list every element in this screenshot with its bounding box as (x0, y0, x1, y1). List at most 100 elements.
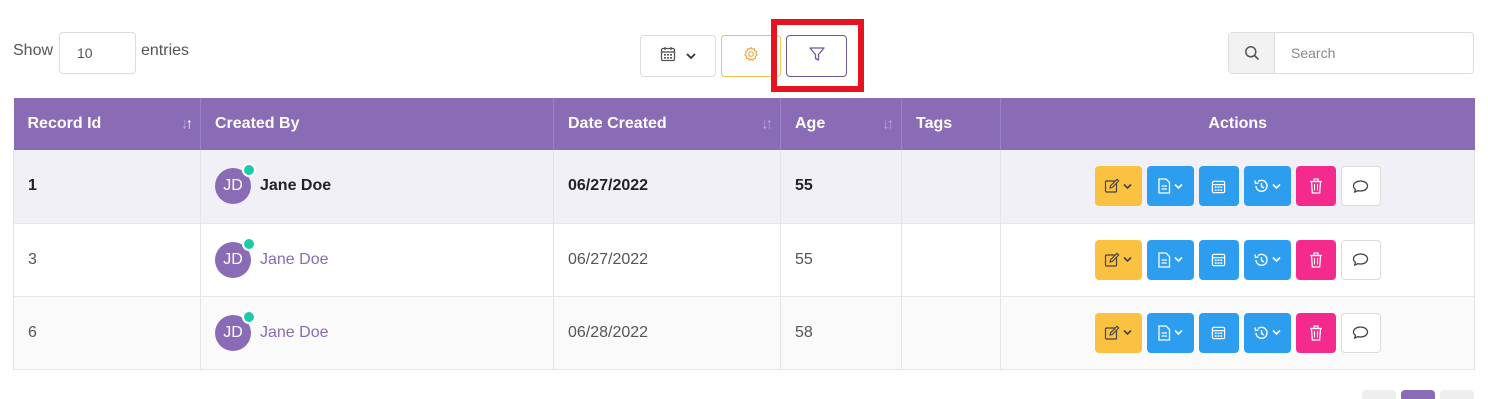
highlight-box (771, 19, 864, 92)
sort-icon[interactable]: ↓↑ (181, 116, 193, 133)
document-icon (1158, 324, 1171, 341)
column-header-record-id[interactable]: Record Id ↓↑ (13, 98, 201, 150)
avatar: JD (215, 309, 256, 351)
history-dropdown-button[interactable] (1243, 239, 1291, 280)
date-created-cell: 06/27/2022 (553, 150, 781, 224)
table-row[interactable]: 1 JD Jane Doe 06/27/2022 55 (13, 150, 1475, 224)
chat-bubble-icon (1352, 253, 1369, 266)
comment-button[interactable] (1340, 312, 1381, 353)
pagination-previous-button[interactable] (1362, 390, 1396, 399)
history-icon (1254, 179, 1268, 193)
chevron-down-icon (1174, 329, 1183, 336)
search-box (1228, 32, 1474, 74)
gear-icon (743, 46, 759, 67)
avatar: JD (215, 236, 256, 278)
tags-cell (901, 150, 1001, 224)
entries-label: entries (141, 42, 190, 59)
search-icon[interactable] (1229, 33, 1275, 73)
history-dropdown-button[interactable] (1243, 312, 1291, 353)
delete-button[interactable] (1295, 239, 1336, 280)
column-header-age[interactable]: Age ↓↑ (780, 98, 902, 150)
delete-button[interactable] (1295, 312, 1336, 353)
creator-name-link[interactable]: Jane Doe (260, 324, 329, 342)
chat-bubble-icon (1352, 180, 1369, 193)
sort-icon[interactable]: ↓↑ (882, 116, 894, 133)
pagination-page-button[interactable] (1401, 390, 1435, 399)
chevron-down-icon (1272, 329, 1281, 336)
edit-dropdown-button[interactable] (1094, 166, 1142, 207)
pagination-next-button[interactable] (1440, 390, 1474, 399)
actions-cell (1000, 223, 1475, 297)
trash-icon (1309, 251, 1322, 268)
calendar-icon (1211, 180, 1226, 193)
document-dropdown-button[interactable] (1146, 166, 1194, 207)
edit-dropdown-button[interactable] (1094, 239, 1142, 280)
comment-button[interactable] (1340, 239, 1381, 280)
record-id-cell: 6 (13, 296, 201, 370)
column-header-date-created[interactable]: Date Created ↓↑ (553, 98, 781, 150)
column-header-actions: Actions (1000, 98, 1475, 150)
edit-icon (1104, 252, 1120, 267)
created-by-cell: JD Jane Doe (200, 150, 554, 224)
calendar-button[interactable] (1198, 239, 1239, 280)
chevron-down-icon (1272, 183, 1281, 189)
age-cell: 58 (780, 296, 902, 370)
actions-cell (1000, 150, 1475, 224)
trash-icon (1309, 324, 1322, 341)
avatar: JD (215, 163, 256, 205)
chevron-down-icon (686, 47, 696, 65)
date-created-cell: 06/27/2022 (553, 223, 781, 297)
edit-dropdown-button[interactable] (1094, 312, 1142, 353)
tags-cell (901, 223, 1001, 297)
online-status-dot (242, 309, 256, 324)
chevron-down-icon (1123, 329, 1132, 336)
date-created-cell: 06/28/2022 (553, 296, 781, 370)
calendar-button[interactable] (1198, 312, 1239, 353)
chevron-down-icon (1123, 183, 1132, 189)
entries-per-page-input[interactable]: 10 (59, 32, 136, 74)
chevron-down-icon (1174, 256, 1183, 263)
chevron-down-icon (1123, 256, 1132, 263)
calendar-icon (660, 46, 676, 67)
age-cell: 55 (780, 150, 902, 224)
trash-icon (1309, 178, 1322, 194)
record-id-cell: 1 (13, 150, 201, 224)
history-dropdown-button[interactable] (1243, 166, 1291, 207)
delete-button[interactable] (1295, 166, 1336, 207)
search-input[interactable] (1275, 33, 1473, 73)
calendar-icon (1211, 253, 1226, 267)
sort-icon[interactable]: ↓↑ (761, 116, 773, 133)
history-icon (1254, 253, 1268, 266)
age-cell: 55 (780, 223, 902, 297)
column-header-created-by: Created By (200, 98, 554, 150)
document-icon (1158, 251, 1171, 268)
online-status-dot (242, 236, 256, 251)
history-icon (1254, 326, 1268, 339)
creator-name-link[interactable]: Jane Doe (260, 177, 331, 195)
actions-cell (1000, 296, 1475, 370)
calendar-icon (1211, 326, 1226, 340)
document-dropdown-button[interactable] (1146, 312, 1194, 353)
creator-name-link[interactable]: Jane Doe (260, 251, 329, 269)
created-by-cell: JD Jane Doe (200, 223, 554, 297)
chevron-down-icon (1272, 256, 1281, 263)
table-row[interactable]: 3 JD Jane Doe 06/27/2022 55 (13, 223, 1475, 297)
tags-cell (901, 296, 1001, 370)
document-icon (1158, 178, 1171, 194)
document-dropdown-button[interactable] (1146, 239, 1194, 280)
chevron-down-icon (1174, 183, 1183, 189)
edit-icon (1104, 325, 1120, 340)
record-id-cell: 3 (13, 223, 201, 297)
online-status-dot (242, 163, 256, 178)
show-label: Show (13, 42, 54, 59)
records-table: Record Id ↓↑ Created By Date Created ↓↑ Ag… (13, 98, 1475, 370)
date-range-button[interactable] (640, 35, 716, 77)
edit-icon (1104, 178, 1120, 193)
chat-bubble-icon (1352, 326, 1369, 339)
created-by-cell: JD Jane Doe (200, 296, 554, 370)
calendar-button[interactable] (1198, 166, 1239, 207)
table-header-row: Record Id ↓↑ Created By Date Created ↓↑ Ag… (13, 98, 1475, 150)
column-header-tags: Tags (901, 98, 1001, 150)
comment-button[interactable] (1340, 166, 1381, 207)
table-row[interactable]: 6 JD Jane Doe 06/28/2022 58 (13, 296, 1475, 370)
